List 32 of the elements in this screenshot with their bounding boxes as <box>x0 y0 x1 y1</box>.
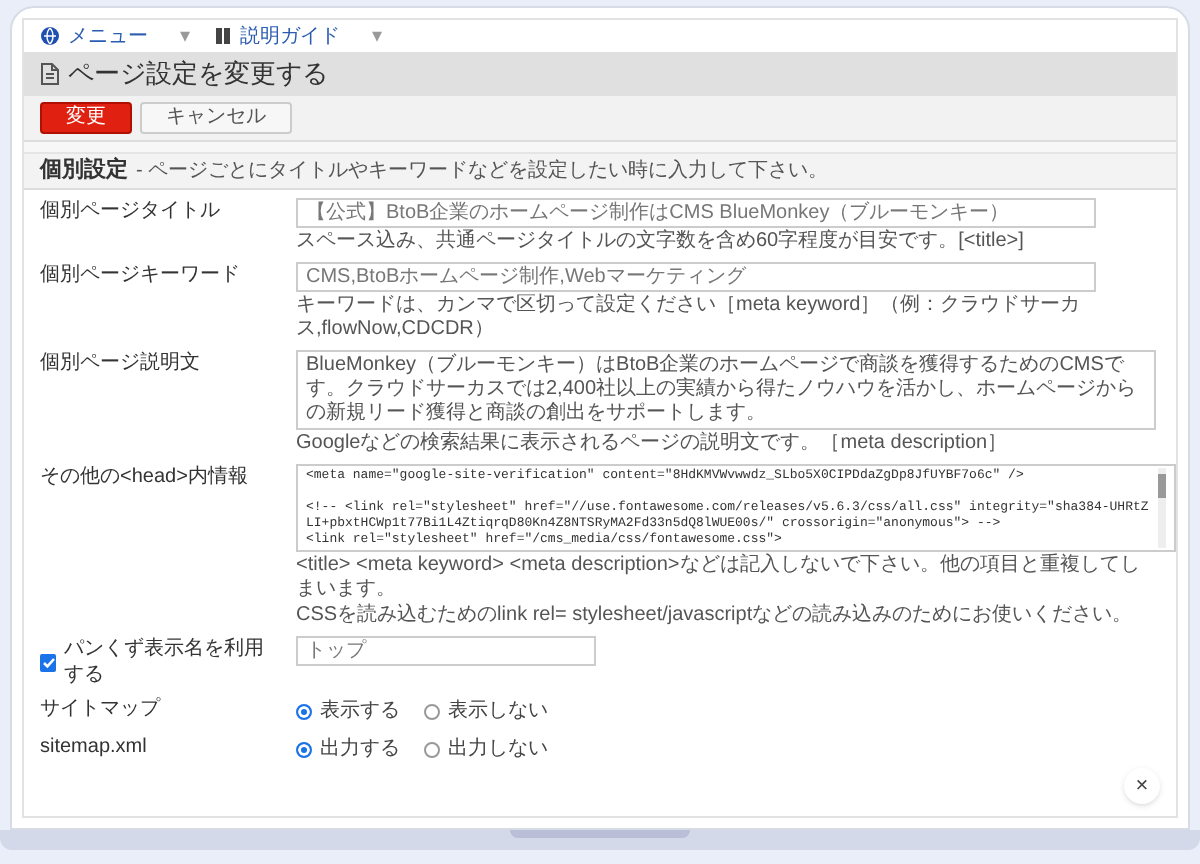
field-label: sitemap.xml <box>40 736 147 761</box>
help-text: <title> <meta keyword> <meta description>などは記入しないで下さい。他の項目と重複してしまいます。 <box>296 554 1142 602</box>
menu-tab[interactable]: メニュー ▾ <box>40 21 190 51</box>
radio-option[interactable]: 出力する <box>296 734 400 764</box>
section-note: - ページごとにタイトルやキーワードなどを設定したい時に入力して下さい。 <box>136 157 829 186</box>
checkbox[interactable] <box>40 654 57 672</box>
field-label: パンくず表示名を利用する <box>64 638 267 688</box>
menu-tab[interactable]: 説明ガイド ▾ <box>214 21 382 51</box>
help-text: キーワードは、カンマで区切って設定ください［meta keyword］（例：クラウドサーカス,flowNow,CDCDR） <box>296 294 1083 342</box>
radio-option[interactable]: 表示しない <box>424 696 548 726</box>
help-text: CSSを読み込むためのlink rel= stylesheet/javascriptなどの読み込みのためにお使いください。 <box>296 604 1135 628</box>
field-label: その他の<head>内情報 <box>40 466 248 491</box>
globe-icon <box>40 26 60 46</box>
field-label: 個別ページキーワード <box>40 264 240 289</box>
document-icon <box>40 62 60 86</box>
section-title: 個別設定 <box>40 155 128 187</box>
scrollbar <box>1158 468 1166 548</box>
field-label: サイトマップ <box>40 698 160 723</box>
radio-option[interactable]: 出力しない <box>424 734 548 764</box>
close-button[interactable]: × <box>1124 768 1160 804</box>
input-field[interactable]: CMS,BtoBホームページ制作,Webマーケティング <box>296 262 1096 292</box>
input-field[interactable]: 【公式】BtoB企業のホームページ制作はCMS BlueMonkey（ブルーモンキー） <box>296 198 1096 228</box>
textarea-field[interactable]: BlueMonkey（ブルーモンキー）はBtoB企業のホームページで商談を獲得するためのCMSです。クラウドサーカスでは2,400社以上の実績から得たノウハウを活かし、ホームページからの新規リード獲得と商談の創出をサポートします。 <box>296 350 1156 430</box>
input-field[interactable]: トップ <box>296 636 596 666</box>
radio-option[interactable]: 表示する <box>296 696 400 726</box>
page-title: ページ設定を変更する <box>68 56 328 93</box>
field-label: 個別ページ説明文 <box>40 352 200 377</box>
cancel-button[interactable]: キャンセル <box>140 102 292 134</box>
field-label: 個別ページタイトル <box>40 200 220 225</box>
help-text: Googleなどの検索結果に表示されるページの説明文です。［meta description］ <box>296 432 1010 456</box>
help-text: スペース込み、共通ページタイトルの文字数を含め60字程度が目安です。[<title>] <box>296 230 1026 254</box>
submit-button[interactable]: 変更 <box>40 102 132 134</box>
